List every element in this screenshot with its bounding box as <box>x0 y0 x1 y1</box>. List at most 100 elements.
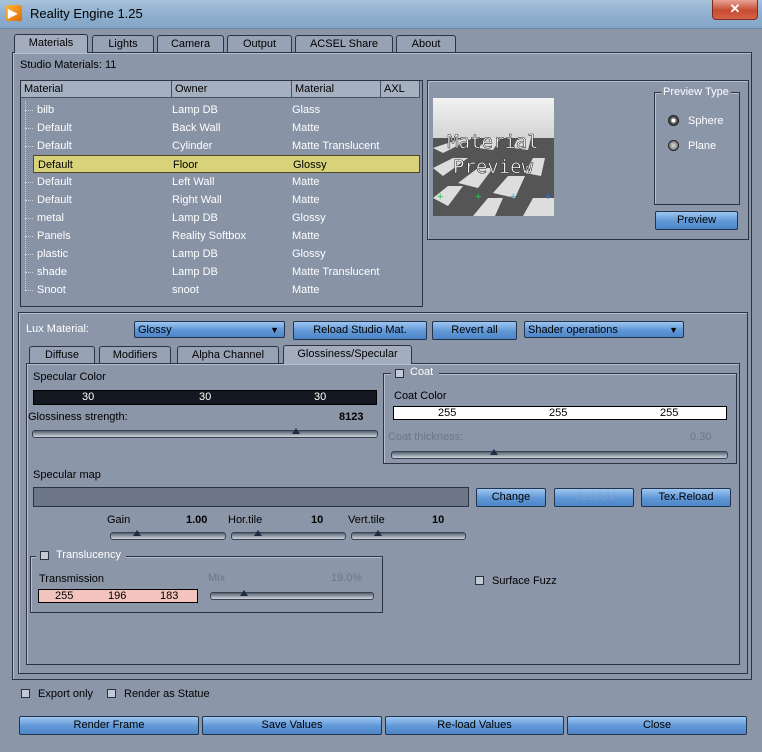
coat-thickness-slider[interactable] <box>391 449 728 459</box>
tab-camera[interactable]: Camera <box>157 35 224 52</box>
translucency-checkbox[interactable] <box>40 551 49 560</box>
col-header-material-type[interactable]: Material <box>292 81 381 98</box>
specular-r: 30 <box>82 391 95 403</box>
cell-name: shade <box>37 266 67 278</box>
window-title: Reality Engine 1.25 <box>30 6 143 21</box>
vert-tile-value: 10 <box>432 514 445 526</box>
slider-thumb[interactable] <box>291 428 300 434</box>
col-header-owner[interactable]: Owner <box>172 81 292 98</box>
mix-slider[interactable] <box>210 590 374 600</box>
coat-g: 255 <box>549 407 568 419</box>
gain-slider[interactable] <box>110 530 226 540</box>
cell-type: Glossy <box>292 248 326 260</box>
cell-owner: snoot <box>172 284 199 296</box>
table-row[interactable]: Default Left Wall Matte <box>21 173 420 191</box>
coat-thickness-value: 0.30 <box>690 431 712 443</box>
radio-plane[interactable] <box>668 140 679 151</box>
transmission-color-field[interactable]: 255 196 183 <box>38 589 198 603</box>
revert-all-button[interactable]: Revert all <box>432 321 517 340</box>
table-row[interactable]: bilb Lamp DB Glass <box>21 101 420 119</box>
slider-thumb[interactable] <box>254 530 262 536</box>
close-window-button[interactable]: ✕ <box>712 0 758 20</box>
cell-owner: Right Wall <box>172 194 222 206</box>
slider-thumb[interactable] <box>240 590 249 596</box>
table-row[interactable]: Default Floor Glossy <box>33 155 420 173</box>
svg-text:+: + <box>510 191 516 203</box>
coat-color-field[interactable]: 255 255 255 <box>393 406 727 420</box>
transmission-r: 255 <box>55 590 74 602</box>
transmission-g: 196 <box>108 590 127 602</box>
vert-tile-slider[interactable] <box>351 530 466 540</box>
change-map-button[interactable]: Change <box>476 488 546 507</box>
view-uv-button: View/UV <box>554 488 634 507</box>
col-header-axl[interactable]: AXL <box>381 81 420 98</box>
cell-type: Matte Translucent <box>292 140 380 152</box>
cell-owner: Lamp DB <box>172 248 218 260</box>
mix-value: 19.0% <box>331 572 363 584</box>
coat-color-label: Coat Color <box>394 390 447 402</box>
specular-color-field[interactable]: 30 30 30 <box>33 390 377 405</box>
export-only-checkbox[interactable] <box>21 689 30 698</box>
hor-tile-slider[interactable] <box>231 530 346 540</box>
table-row[interactable]: metal Lamp DB Glossy <box>21 209 420 227</box>
table-row[interactable]: plastic Lamp DB Glossy <box>21 245 420 263</box>
coat-b: 255 <box>660 407 679 419</box>
glossiness-slider[interactable] <box>32 428 378 438</box>
export-only-label: Export only <box>38 688 94 700</box>
specular-color-label: Specular Color <box>33 371 106 383</box>
save-values-button[interactable]: Save Values <box>202 716 382 735</box>
surface-fuzz-checkbox[interactable] <box>475 576 484 585</box>
reload-values-button[interactable]: Re-load Values <box>385 716 564 735</box>
subtab-modifiers[interactable]: Modifiers <box>99 346 171 363</box>
specular-b: 30 <box>314 391 327 403</box>
table-row[interactable]: Default Right Wall Matte <box>21 191 420 209</box>
tree-line <box>25 101 34 290</box>
chevron-down-icon: ▼ <box>270 325 279 335</box>
col-header-material[interactable]: Material <box>21 81 172 98</box>
table-row[interactable]: Snoot snoot Matte <box>21 281 420 299</box>
render-as-statue-checkbox[interactable] <box>107 689 116 698</box>
cell-name: Default <box>37 194 72 206</box>
preview-text-line1: Material <box>447 131 539 153</box>
radio-sphere[interactable] <box>668 115 679 126</box>
coat-checkbox[interactable] <box>395 369 404 378</box>
specular-map-field[interactable] <box>33 487 469 507</box>
lux-material-select[interactable]: Glossy ▼ <box>134 321 285 338</box>
table-row[interactable]: Default Back Wall Matte <box>21 119 420 137</box>
cell-type: Matte <box>292 284 320 296</box>
tab-output[interactable]: Output <box>227 35 292 52</box>
reload-studio-mat-button[interactable]: Reload Studio Mat. <box>293 321 427 340</box>
subtab-alpha-channel[interactable]: Alpha Channel <box>177 346 279 363</box>
tab-about[interactable]: About <box>396 35 456 52</box>
render-as-statue-label: Render as Statue <box>124 688 210 700</box>
cell-owner: Lamp DB <box>172 212 218 224</box>
table-row[interactable]: shade Lamp DB Matte Translucent <box>21 263 420 281</box>
tex-reload-button[interactable]: Tex.Reload <box>641 488 731 507</box>
materials-table[interactable]: Material Owner Material AXL bilb Lamp DB G… <box>20 80 423 307</box>
svg-text:+: + <box>475 191 481 203</box>
cell-type: Matte <box>292 230 320 242</box>
slider-thumb[interactable] <box>490 449 499 455</box>
cell-type: Glass <box>292 104 321 116</box>
table-row[interactable]: Default Cylinder Matte Translucent <box>21 137 420 155</box>
tab-acsel-share[interactable]: ACSEL Share <box>295 35 393 52</box>
transmission-b: 183 <box>160 590 179 602</box>
subtab-glossiness-specular[interactable]: Glossiness/Specular <box>283 345 412 364</box>
surface-fuzz-label: Surface Fuzz <box>492 575 557 587</box>
cell-name: Default <box>38 159 73 171</box>
glossiness-strength-value: 8123 <box>339 411 364 423</box>
render-frame-button[interactable]: Render Frame <box>19 716 199 735</box>
shader-operations-select[interactable]: Shader operations ▼ <box>524 321 684 338</box>
mix-label: Mix <box>208 572 226 584</box>
table-row[interactable]: Panels Reality Softbox Matte <box>21 227 420 245</box>
slider-thumb[interactable] <box>133 530 141 536</box>
preview-button[interactable]: Preview <box>655 211 738 230</box>
tab-lights[interactable]: Lights <box>92 35 154 52</box>
coat-label: Coat <box>410 366 434 378</box>
slider-thumb[interactable] <box>374 530 382 536</box>
close-button[interactable]: Close <box>567 716 747 735</box>
tab-materials[interactable]: Materials <box>14 34 88 53</box>
gain-label: Gain <box>107 514 131 526</box>
subtab-diffuse[interactable]: Diffuse <box>29 346 95 363</box>
cell-owner: Floor <box>173 159 199 171</box>
